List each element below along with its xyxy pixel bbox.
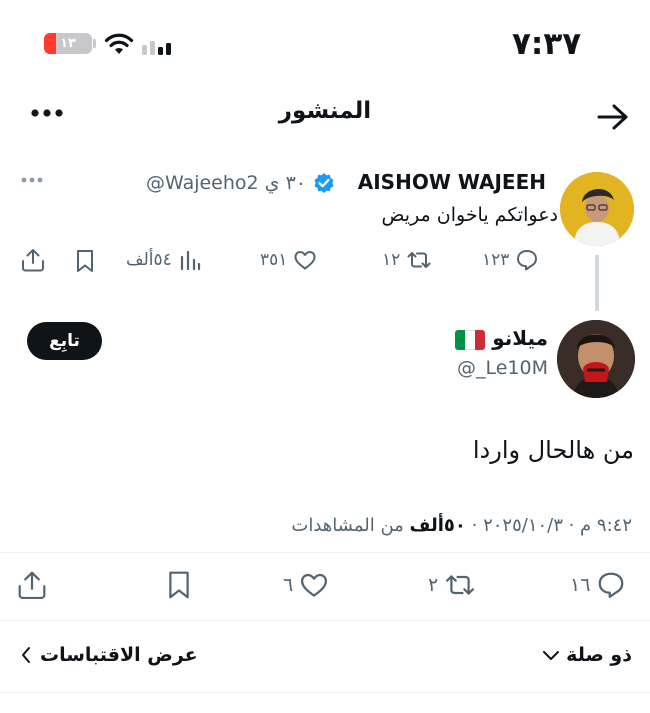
views-label: من المشاهدات [291, 515, 404, 536]
view-quotes-link[interactable]: عرض الاقتباسات [20, 644, 198, 666]
wifi-icon [104, 33, 134, 55]
parent-post-avatar[interactable] [560, 172, 634, 246]
main-display-name[interactable]: ميلانو [492, 326, 548, 350]
battery-tip [93, 39, 96, 48]
parent-repost-button[interactable]: ١٢ [382, 248, 432, 272]
views-count: ٥٠ألف [409, 515, 466, 536]
back-arrow-icon[interactable] [596, 103, 630, 131]
parent-repost-count: ١٢ [382, 250, 401, 270]
repost-icon [444, 570, 476, 600]
parent-more-icon[interactable] [20, 176, 44, 184]
reply-icon [596, 570, 626, 600]
thread-connector [595, 255, 599, 311]
page-title: المنشور [278, 98, 372, 124]
main-repost-button[interactable]: ٢ [428, 570, 476, 600]
parent-display-name[interactable]: AISHOW WAJEEH [358, 170, 546, 194]
signal-icon [142, 35, 178, 55]
post-timestamp[interactable]: ٩:٤٢ م · ٢٠٢٥/١٠/٣ · [472, 515, 632, 536]
post-metadata: ٩:٤٢ م · ٢٠٢٥/١٠/٣ · ٥٠ألف من المشاهدات [291, 515, 632, 536]
main-repost-count: ٢ [428, 574, 439, 596]
analytics-icon [178, 248, 202, 272]
main-reply-button[interactable]: ١٦ [570, 570, 626, 600]
parent-like-button[interactable]: ٣٥١ [260, 248, 317, 272]
view-quotes-label: عرض الاقتباسات [40, 644, 198, 666]
status-time: ٧:٣٧ [512, 26, 582, 62]
italy-flag-icon [455, 330, 485, 350]
parent-like-count: ٣٥١ [260, 250, 288, 270]
divider [0, 620, 650, 621]
parent-share-icon[interactable] [20, 247, 46, 273]
main-post-text: من هالحال واردا [472, 436, 634, 464]
divider [0, 552, 650, 553]
parent-post-text: دعواتكم ياخوان مريض [381, 204, 559, 226]
relevance-label: ذو صلة [566, 644, 632, 666]
divider [0, 692, 650, 693]
main-post-avatar[interactable] [557, 320, 635, 398]
chevron-down-icon [542, 649, 560, 661]
battery-icon: ١٣ [44, 33, 92, 54]
heart-icon [299, 570, 329, 600]
main-bookmark-icon[interactable] [164, 569, 194, 601]
heart-icon [293, 248, 317, 272]
main-handle[interactable]: @_Le10M [457, 357, 548, 379]
main-like-button[interactable]: ٦ [283, 570, 329, 600]
parent-reply-button[interactable]: ١٢٣ [482, 248, 539, 272]
battery-level: ١٣ [60, 36, 76, 51]
parent-views-button[interactable]: ٥٤ألف [126, 248, 202, 272]
parent-reply-count: ١٢٣ [482, 250, 510, 270]
main-reply-count: ١٦ [570, 574, 591, 596]
main-like-count: ٦ [283, 574, 294, 596]
main-share-icon[interactable] [16, 569, 48, 601]
parent-bookmark-icon[interactable] [73, 248, 97, 274]
more-options-icon[interactable] [30, 108, 64, 118]
follow-button[interactable]: تابِع [27, 322, 102, 360]
parent-handle-time: @Wajeeho2 ٣٠ ي [146, 172, 307, 194]
reply-icon [515, 248, 539, 272]
verified-badge-icon [313, 172, 335, 194]
chevron-left-icon [20, 646, 32, 664]
repost-icon [406, 248, 432, 272]
relevance-sort-dropdown[interactable]: ذو صلة [542, 644, 632, 666]
parent-views-count: ٥٤ألف [126, 250, 172, 270]
